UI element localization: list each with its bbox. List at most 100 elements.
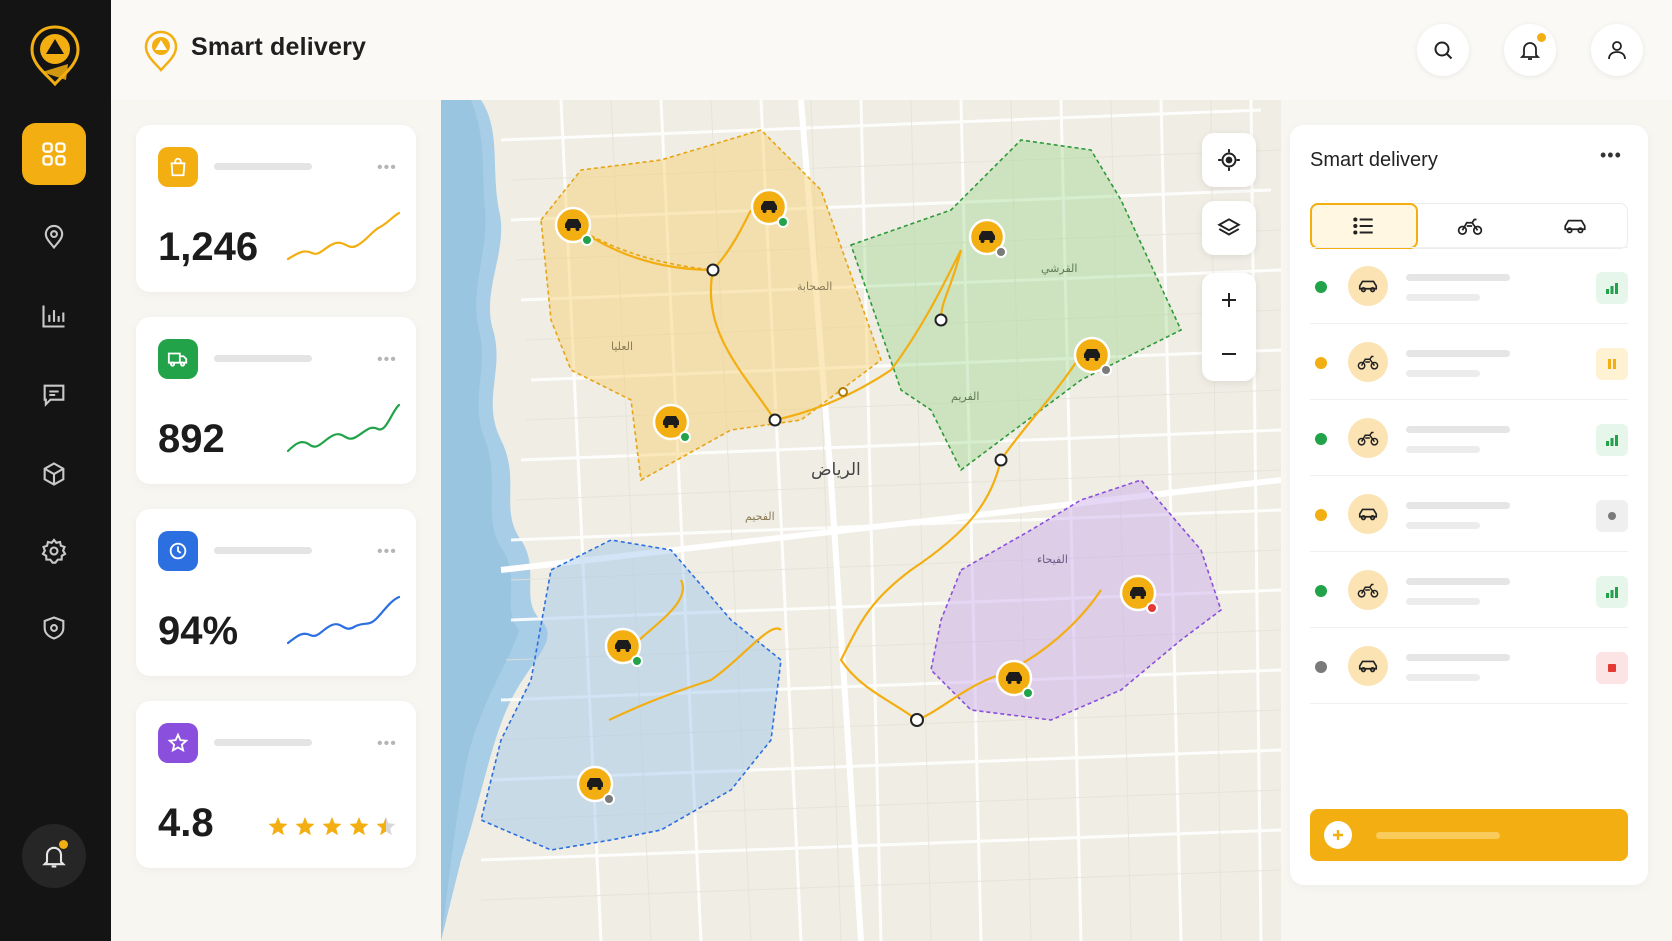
vehicle-row[interactable] [1310,247,1628,323]
vehicle-row[interactable] [1310,475,1628,551]
vehicle-avatar [1348,494,1388,534]
stat-card-deliveries[interactable]: ••• 892 [136,317,416,484]
more-options-icon[interactable]: ••• [377,159,397,177]
notification-bell-icon [1519,42,1541,60]
offline-dot-icon [1596,500,1628,532]
top-header: Smart delivery [111,0,1672,100]
sparkline-chart [286,595,401,645]
app-logo-icon [30,25,80,87]
stat-card-rating[interactable]: ••• 4.8 [136,701,416,868]
car-icon [1358,508,1378,521]
car-icon [1358,660,1378,673]
stat-value: 4.8 [158,801,214,845]
vehicle-row[interactable] [1310,551,1628,627]
district-label: العليا [611,340,633,353]
shopping-bag-icon [170,157,186,177]
sidebar-notifications[interactable] [22,824,86,888]
notification-dot [1537,33,1546,42]
vehicle-row[interactable] [1310,323,1628,399]
stat-value: 892 [158,417,225,461]
nav-messages[interactable] [22,364,86,426]
zoom-in-icon [1222,293,1236,307]
signal-bars-icon [1596,424,1628,456]
stat-icon-container [158,723,198,763]
pause-icon [1596,348,1628,380]
stat-card-orders[interactable]: ••• 1,246 [136,125,416,292]
tab-cars[interactable] [1521,203,1629,249]
vehicle-row[interactable] [1310,399,1628,475]
panel-title: Smart delivery [1310,149,1438,171]
motorbike-icon [1357,431,1379,446]
clock-icon [169,542,187,560]
nav-dashboard[interactable] [22,123,86,185]
zoom-out-button[interactable] [1202,327,1256,381]
car-icon [1564,219,1586,234]
motorbike-icon [1357,583,1379,598]
nav-settings[interactable] [22,520,86,582]
star-rating [268,817,396,836]
nav-packages[interactable] [22,443,86,505]
stat-label-placeholder [214,355,312,362]
status-dot [1315,357,1327,369]
notification-dot [59,840,68,849]
status-dot [1315,585,1327,597]
messages-icon [43,384,65,407]
stat-value: 94% [158,609,239,653]
delivery-map[interactable]: الرياض الصحابة العليا القرشي الفريم الفي… [441,100,1281,941]
nav-map[interactable] [22,206,86,268]
analytics-chart-icon [42,305,65,328]
district-label: القرشي [1041,262,1077,275]
shield-icon [43,616,65,640]
district-label: الفريم [951,390,979,403]
star-icon [167,732,189,753]
sidebar [0,0,111,941]
layers-button[interactable] [1202,201,1256,255]
stat-label-placeholder [214,163,312,170]
zone-green[interactable] [849,139,1183,472]
list-icon [1353,217,1373,235]
sparkline-chart [286,403,401,453]
tab-list[interactable] [1310,203,1418,249]
vehicle-avatar [1348,266,1388,306]
search-button[interactable] [1417,24,1469,76]
profile-button[interactable] [1591,24,1643,76]
add-delivery-button[interactable] [1310,809,1628,861]
status-dot [1315,433,1327,445]
app-title: Smart delivery [191,33,367,61]
map-canvas[interactable]: الرياض الصحابة العليا القرشي الفريم الفي… [441,100,1281,941]
tab-motorbikes[interactable] [1416,203,1524,249]
stat-card-ontime[interactable]: ••• 94% [136,509,416,676]
vehicle-avatar [1348,342,1388,382]
user-profile-icon [1608,41,1626,60]
district-label: الصحابة [797,280,832,293]
locate-me-button[interactable] [1202,133,1256,187]
more-options-icon[interactable]: ••• [1600,145,1622,166]
sparkline-chart [286,211,401,261]
more-options-icon[interactable]: ••• [377,543,397,561]
signal-bars-icon [1596,272,1628,304]
search-icon [1434,41,1453,60]
notifications-button[interactable] [1504,24,1556,76]
vehicle-row[interactable] [1310,627,1628,703]
vehicle-filter-tabs [1310,203,1628,249]
city-label: الرياض [811,460,861,480]
more-options-icon[interactable]: ••• [377,735,397,753]
signal-bars-icon [1596,576,1628,608]
nav-security[interactable] [22,597,86,659]
status-dot [1315,661,1327,673]
fleet-panel: Smart delivery ••• [1290,125,1648,885]
layers-icon [1217,218,1241,236]
stat-label-placeholder [214,547,312,554]
dashboard-grid-icon [42,142,66,166]
zoom-in-button[interactable] [1202,273,1256,327]
nav-analytics[interactable] [22,285,86,347]
locate-me-icon [1218,149,1240,171]
stat-icon-container [158,147,198,187]
plus-icon [1324,821,1352,849]
vehicle-avatar [1348,418,1388,458]
stop-icon [1596,652,1628,684]
car-icon [1358,280,1378,293]
stat-icon-container [158,531,198,571]
stat-value: 1,246 [158,225,259,269]
more-options-icon[interactable]: ••• [377,351,397,369]
